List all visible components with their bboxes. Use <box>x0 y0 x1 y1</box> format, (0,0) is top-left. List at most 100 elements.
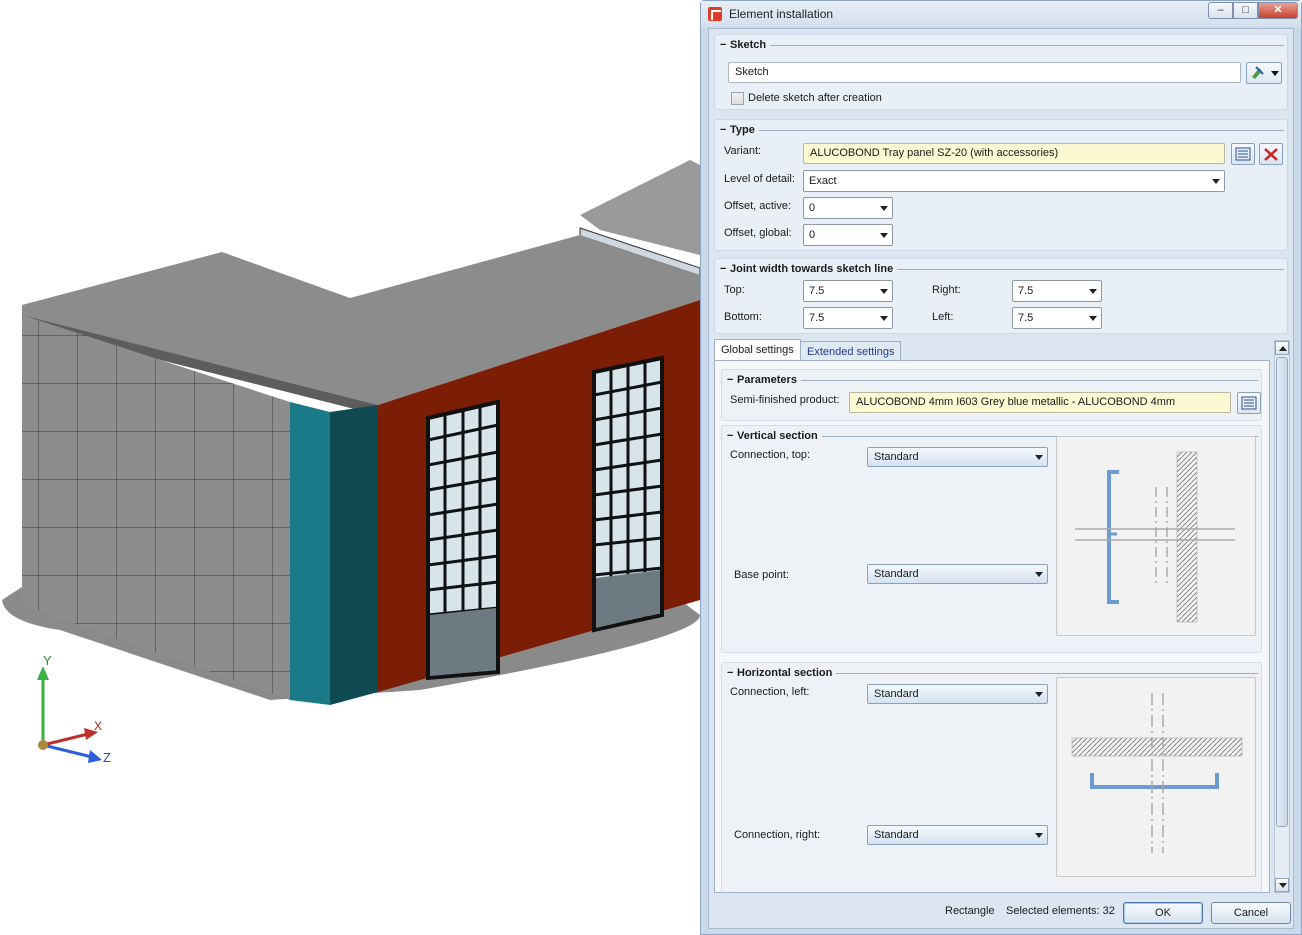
axis-y-label: Y <box>43 653 52 668</box>
level-of-detail-label: Level of detail: <box>724 173 795 185</box>
dropdown-arrow-icon <box>880 289 888 294</box>
dropdown-arrow-icon <box>1035 692 1043 697</box>
vertical-section-group: − Vertical section Connection, top: Stand… <box>721 425 1262 653</box>
joint-top-label: Top: <box>724 284 745 296</box>
offset-active-value: 0 <box>809 202 816 214</box>
tab-extended-settings[interactable]: Extended settings <box>800 341 902 362</box>
sketch-input[interactable]: Sketch <box>728 62 1241 83</box>
connection-top-label: Connection, top: <box>730 449 811 461</box>
variant-field[interactable]: ALUCOBOND Tray panel SZ-20 (with accesso… <box>803 143 1225 164</box>
variant-label: Variant: <box>724 145 762 157</box>
joint-top-select[interactable]: 7.5 <box>803 280 893 302</box>
dialog-titlebar[interactable]: Element installation – □ ✕ <box>701 1 1301 27</box>
dropdown-arrow-icon <box>1035 833 1043 838</box>
axis-z-label: Z <box>103 750 111 765</box>
offset-global-select[interactable]: 0 <box>803 224 893 246</box>
offset-global-label: Offset, global: <box>724 227 792 239</box>
connection-left-value: Standard <box>874 688 919 700</box>
variant-clear-button[interactable] <box>1259 143 1283 165</box>
connection-top-value: Standard <box>874 451 919 463</box>
joint-left-label: Left: <box>932 311 954 323</box>
joint-width-group: − Joint width towards sketch line Top: 7.… <box>714 258 1288 334</box>
connection-left-label: Connection, left: <box>730 686 810 698</box>
dialog-title: Element installation <box>729 7 834 21</box>
horizontal-section-group: − Horizontal section Connection, left: St… <box>721 662 1262 892</box>
ok-button[interactable]: OK <box>1123 902 1203 924</box>
close-button[interactable]: ✕ <box>1258 2 1298 19</box>
semi-finished-field[interactable]: ALUCOBOND 4mm I603 Grey blue metallic - … <box>849 392 1231 413</box>
joint-left-select[interactable]: 7.5 <box>1012 307 1102 329</box>
connection-right-select[interactable]: Standard <box>867 825 1048 845</box>
delete-sketch-label: Delete sketch after creation <box>748 92 882 104</box>
joint-bottom-value: 7.5 <box>809 312 825 324</box>
joint-right-label: Right: <box>932 284 961 296</box>
base-point-label: Base point: <box>734 569 790 581</box>
axis-gizmo <box>37 666 102 763</box>
joint-right-value: 7.5 <box>1018 285 1034 297</box>
delete-sketch-checkbox[interactable] <box>731 92 744 105</box>
vertical-profile-drawing <box>1075 451 1235 623</box>
base-point-value: Standard <box>874 568 919 580</box>
cyan-panel <box>290 402 330 705</box>
horizontal-section-title: Horizontal section <box>737 667 837 679</box>
connection-left-select[interactable]: Standard <box>867 684 1048 704</box>
joint-top-value: 7.5 <box>809 285 825 297</box>
tab-global-settings[interactable]: Global settings <box>714 339 801 361</box>
variant-catalog-button[interactable] <box>1231 143 1255 165</box>
type-group: − Type Variant: ALUCOBOND Tray panel SZ-2… <box>714 119 1288 251</box>
building-model <box>2 160 700 705</box>
scroll-down-icon[interactable] <box>1275 878 1289 892</box>
minimize-button[interactable]: – <box>1208 2 1233 19</box>
3d-viewport[interactable]: Y X Z <box>0 0 700 935</box>
type-group-title: Type <box>730 124 759 136</box>
sketch-group: − Sketch Sketch Delete sketch after creat… <box>714 34 1288 110</box>
level-of-detail-value: Exact <box>809 175 837 187</box>
collapse-icon[interactable]: − <box>727 667 733 679</box>
maximize-button[interactable]: □ <box>1233 2 1258 19</box>
axis-x-label: X <box>94 719 103 733</box>
dropdown-arrow-icon <box>1089 316 1097 321</box>
delete-icon <box>1264 148 1278 161</box>
semi-finished-catalog-button[interactable] <box>1237 392 1261 414</box>
sketch-group-title: Sketch <box>730 39 771 51</box>
sketch-picker-button[interactable] <box>1246 62 1282 84</box>
collapse-icon[interactable]: − <box>727 430 733 442</box>
catalog-icon <box>1241 396 1257 410</box>
offset-active-select[interactable]: 0 <box>803 197 893 219</box>
joint-width-title: Joint width towards sketch line <box>730 263 898 275</box>
cancel-button[interactable]: Cancel <box>1211 902 1291 924</box>
dropdown-arrow-icon <box>1035 572 1043 577</box>
joint-right-select[interactable]: 7.5 <box>1012 280 1102 302</box>
joint-left-value: 7.5 <box>1018 312 1034 324</box>
level-of-detail-select[interactable]: Exact <box>803 170 1225 192</box>
scrollbar-thumb[interactable] <box>1276 357 1288 827</box>
scroll-up-icon[interactable] <box>1275 341 1289 355</box>
joint-bottom-select[interactable]: 7.5 <box>803 307 893 329</box>
collapse-icon[interactable]: − <box>727 374 733 386</box>
sketch-pick-icon <box>1252 66 1279 79</box>
connection-top-select[interactable]: Standard <box>867 447 1048 467</box>
collapse-icon[interactable]: − <box>720 263 726 275</box>
dropdown-arrow-icon <box>880 233 888 238</box>
dropdown-arrow-icon <box>880 316 888 321</box>
dropdown-arrow-icon <box>1035 455 1043 460</box>
parameters-group: − Parameters Semi-finished product: ALUCO… <box>721 369 1262 421</box>
collapse-icon[interactable]: − <box>720 124 726 136</box>
catalog-icon <box>1235 147 1251 161</box>
joint-bottom-label: Bottom: <box>724 311 762 323</box>
vertical-scrollbar[interactable] <box>1274 340 1290 893</box>
semi-finished-label: Semi-finished product: <box>730 394 840 406</box>
offset-active-label: Offset, active: <box>724 200 792 212</box>
dialog-footer: Rectangle Selected elements: 32 OK Cance… <box>709 895 1293 930</box>
app-logo-icon <box>708 7 722 21</box>
vertical-section-title: Vertical section <box>737 430 822 442</box>
vertical-section-preview <box>1056 436 1256 636</box>
horizontal-section-preview <box>1056 677 1256 877</box>
selected-elements-label: Selected elements: 32 <box>1006 905 1115 917</box>
connection-right-value: Standard <box>874 829 919 841</box>
base-point-select[interactable]: Standard <box>867 564 1048 584</box>
horizontal-profile-drawing <box>1071 693 1243 853</box>
collapse-icon[interactable]: − <box>720 39 726 51</box>
dropdown-arrow-icon <box>880 206 888 211</box>
dialog-client: − Sketch Sketch Delete sketch after creat… <box>708 28 1294 929</box>
